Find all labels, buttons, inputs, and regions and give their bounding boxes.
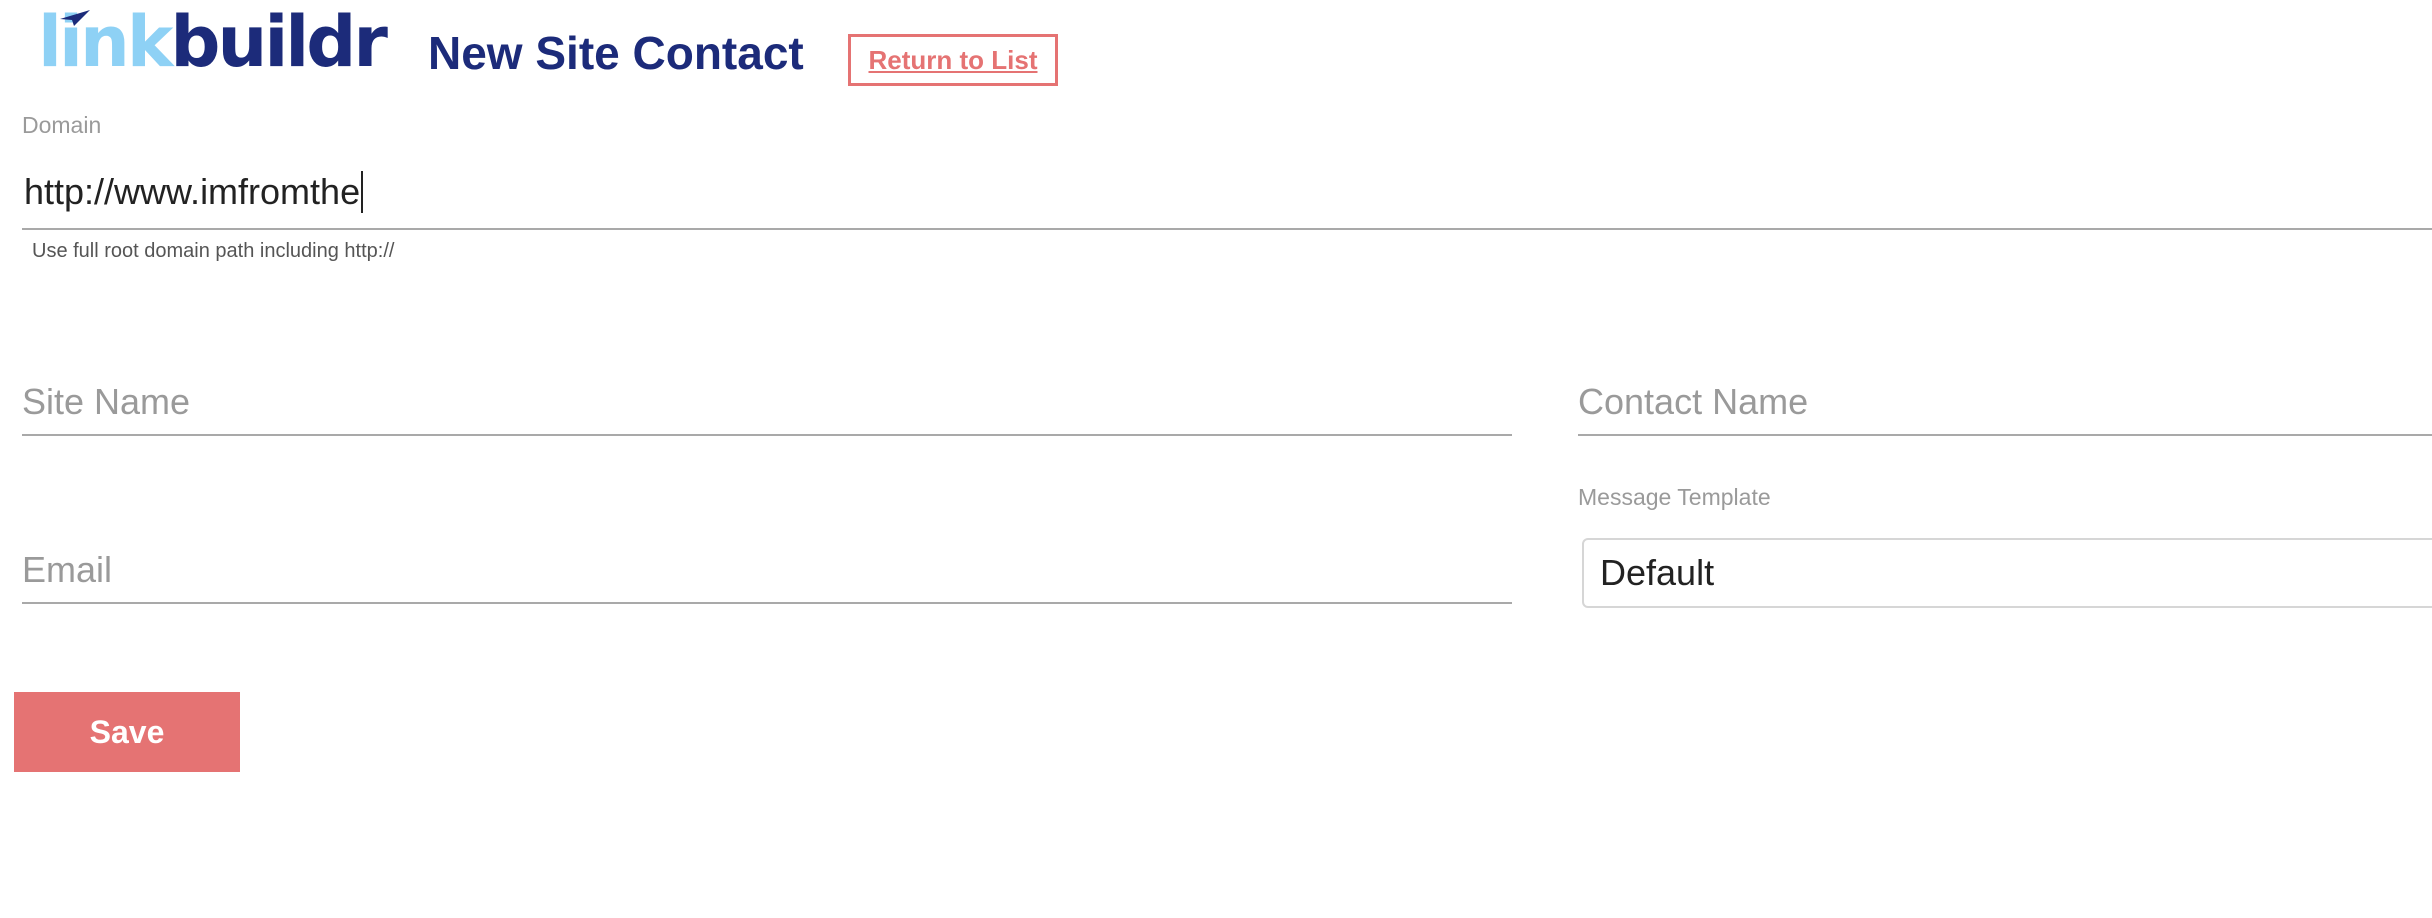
contact-name-placeholder: Contact Name [1578, 381, 1809, 422]
email-placeholder: Email [22, 549, 113, 590]
return-to-list-button[interactable]: Return to List [848, 34, 1058, 86]
message-template-label: Message Template [1578, 484, 1771, 510]
logo-text-dark: buildr [170, 1, 388, 83]
site-name-input[interactable]: Site Name [22, 370, 1512, 436]
domain-input-value: http://www.imfromthe [24, 171, 361, 212]
message-template-select[interactable]: Default [1582, 538, 2432, 608]
site-name-placeholder: Site Name [22, 381, 191, 422]
save-button[interactable]: Save [14, 692, 240, 772]
domain-label: Domain [22, 112, 102, 138]
contact-name-input[interactable]: Contact Name [1578, 370, 2432, 436]
domain-input[interactable]: http://www.imfromthe [22, 156, 2432, 230]
linkbuildr-logo: linkbuildr [38, 0, 388, 84]
text-caret [361, 171, 364, 213]
message-template-selected: Default [1600, 552, 1715, 593]
paper-plane-icon [60, 10, 90, 26]
domain-helper-text: Use full root domain path including http… [32, 240, 395, 262]
email-input[interactable]: Email [22, 538, 1512, 604]
logo-text-light: link [38, 1, 173, 83]
page-title: New Site Contact [428, 27, 804, 79]
new-site-contact-page: linkbuildr New Site Contact Return to Li… [0, 0, 2432, 918]
